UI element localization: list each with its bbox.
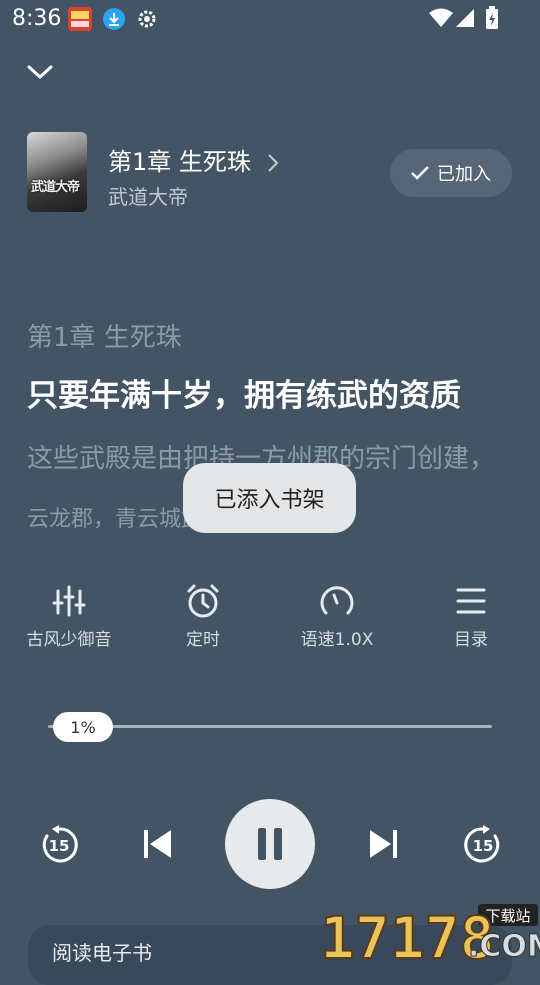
timer-label: 定时 [186,630,220,650]
voice-selector-button[interactable]: 古风少御音 [2,583,136,650]
read-ebook-label: 阅读电子书 [52,941,152,965]
voice-equalizer-icon [52,585,86,617]
chevron-right-icon [267,154,278,172]
next-chapter-button[interactable] [368,828,398,864]
list-menu-icon [456,588,486,614]
catalog-button[interactable]: 目录 [404,583,538,650]
added-label: 已加入 [437,164,491,185]
download-icon [102,7,126,31]
speed-button[interactable]: 语速1.0X [270,583,404,650]
forward-label: 15 [473,837,494,855]
cell-signal-icon [455,8,475,28]
collapse-button[interactable] [26,60,54,84]
voice-label: 古风少御音 [26,630,112,650]
cover-title-text: 武道大帝 [31,180,80,195]
pause-button[interactable] [225,799,315,889]
chevron-down-icon [27,65,53,79]
added-to-shelf-button[interactable]: 已加入 [390,149,512,197]
reader-chapter-heading: 第1章 生死珠 [27,323,182,353]
progress-track[interactable] [48,725,492,728]
toast-message: 已添入书架 [183,463,356,533]
skip-previous-icon [144,830,171,858]
rewind-15-icon: 15 [42,825,78,863]
alarm-clock-icon [187,584,219,618]
rewind-label: 15 [49,837,70,855]
reader-current-line: 只要年满十岁，拥有练武的资质 [27,378,461,414]
site-watermark: 下载站 17178 .COM [318,898,540,973]
previous-chapter-button[interactable] [143,828,173,864]
chapter-title: 第1章 生死珠 [108,148,251,176]
book-title: 武道大帝 [108,185,188,209]
settings-gear-icon [135,7,159,31]
chapter-title-link[interactable]: 第1章 生死珠 [108,142,279,177]
rewind-15-button[interactable]: 15 [38,824,80,870]
forward-15-icon: 15 [464,825,500,863]
pause-icon [258,828,282,860]
timer-button[interactable]: 定时 [136,583,270,650]
watermark-suffix: .COM [468,929,540,960]
battery-icon [485,6,499,30]
progress-thumb[interactable]: 1% [53,712,113,742]
app-notification-icon [68,7,92,31]
status-time: 8:36 [12,6,62,31]
speed-label: 语速1.0X [300,630,374,650]
skip-next-icon [370,830,397,858]
book-cover[interactable]: 武道大帝 [27,132,87,212]
wifi-icon [428,8,454,28]
check-icon [411,166,429,180]
catalog-label: 目录 [454,630,488,650]
speed-gauge-icon [320,586,354,615]
forward-15-button[interactable]: 15 [462,824,504,870]
